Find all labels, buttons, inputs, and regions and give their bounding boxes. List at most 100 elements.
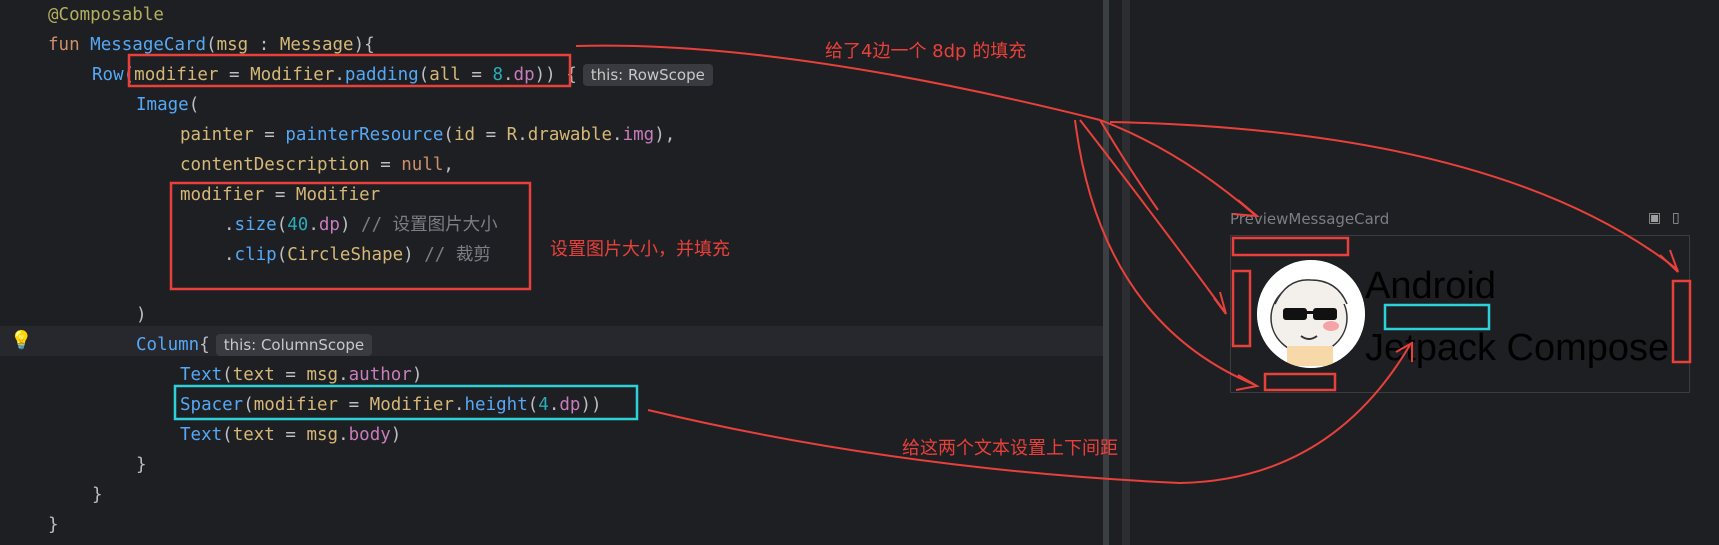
code-token: all (429, 65, 461, 85)
code-token: Message (279, 35, 354, 55)
code-token: = (274, 425, 307, 445)
code-line[interactable]: Text(text = msg.author) (180, 360, 422, 390)
code-token: R (506, 125, 518, 145)
code-token: Column (136, 335, 200, 355)
code-token: modifier (134, 65, 219, 85)
code-token: Modifier (250, 65, 335, 85)
code-token: ) (339, 215, 362, 235)
code-token: : (248, 35, 280, 55)
code-token: 4 (538, 395, 549, 415)
code-line[interactable]: } (48, 510, 59, 540)
code-token: ( (222, 365, 233, 385)
code-token: 8 (492, 65, 503, 85)
code-token: // 设置图片大小 (361, 215, 498, 235)
avatar (1257, 260, 1365, 368)
code-token: = (338, 395, 370, 415)
code-token: msg (306, 425, 339, 445)
lightbulb-icon[interactable]: 💡 (10, 330, 32, 351)
editor-gutter (0, 0, 30, 545)
code-token: ), (654, 125, 676, 145)
code-token: } (92, 485, 103, 505)
code-token: . (548, 395, 560, 415)
code-line[interactable]: .clip(CircleShape) // 裁剪 (224, 240, 491, 270)
code-token: size (234, 215, 277, 235)
card-author-text: Android (1365, 265, 1496, 307)
card-body-text: Jetpack Compose (1365, 327, 1670, 369)
code-token: } (136, 455, 147, 475)
code-line[interactable]: Image( (136, 90, 199, 120)
code-token: text (232, 365, 275, 385)
code-token: drawable (527, 125, 613, 145)
code-token: ( (276, 215, 288, 235)
code-token: author (348, 365, 412, 385)
code-token: ( (222, 425, 233, 445)
code-token: ( (243, 395, 254, 415)
code-token: } (48, 515, 59, 535)
code-token: . (612, 125, 623, 145)
code-token: null (401, 155, 444, 175)
code-token: . (338, 425, 349, 445)
code-token: ) (136, 305, 147, 325)
code-token: ) (411, 365, 423, 385)
code-token: . (334, 65, 345, 85)
code-token: ( (443, 125, 454, 145)
code-token: Modifier (295, 185, 381, 205)
code-token: painter (180, 125, 254, 145)
code-token: Modifier (369, 395, 454, 415)
code-token: ( (276, 245, 288, 265)
code-line[interactable]: @Composable (48, 0, 164, 30)
code-token: @Composable (48, 5, 164, 25)
code-token: Image (136, 95, 189, 115)
code-line[interactable]: Row(modifier = Modifier.padding(all = 8.… (92, 60, 713, 90)
code-token: . (224, 215, 235, 235)
panel-divider[interactable] (1122, 0, 1130, 545)
code-token: = (264, 185, 296, 205)
spacer-annotation: 给这两个文本设置上下间距 (902, 438, 1118, 459)
code-token: clip (234, 245, 277, 265)
code-token: Row (92, 65, 124, 85)
code-token: ) (390, 425, 402, 445)
image-annotation: 设置图片大小，并填充 (550, 239, 730, 260)
cartoon-avatar-icon (1257, 260, 1365, 368)
code-token: // 裁剪 (424, 245, 491, 265)
code-line[interactable]: ) (136, 300, 147, 330)
code-token: 40 (287, 215, 309, 235)
code-token: Text (180, 365, 223, 385)
padding-annotation: 给了4边一个 8dp 的填充 (825, 41, 1027, 62)
code-token: . (517, 125, 528, 145)
code-token: painterResource (285, 125, 444, 145)
code-token: . (224, 245, 235, 265)
code-token: id (453, 125, 476, 145)
code-line[interactable]: contentDescription = null, (180, 150, 454, 180)
code-line[interactable]: } (136, 450, 147, 480)
code-editor[interactable]: 💡 @Composable fun MessageCard(msg : Messa… (0, 0, 1103, 545)
code-line[interactable]: modifier = Modifier (180, 180, 380, 210)
code-token: text (232, 425, 275, 445)
code-line[interactable]: Column{this: ColumnScope (136, 330, 373, 360)
code-line[interactable]: fun MessageCard(msg : Message){ (48, 30, 375, 60)
editor-scrollbar[interactable] (1103, 0, 1109, 545)
code-token: dp (513, 65, 535, 85)
code-token: . (502, 65, 514, 85)
code-token: height (464, 395, 528, 415)
code-token: = (274, 365, 307, 385)
preview-title: PreviewMessageCard (1230, 210, 1390, 228)
code-token: msg (216, 35, 249, 55)
code-token: ){ (353, 35, 375, 55)
code-token: . (453, 395, 465, 415)
code-line[interactable]: .size(40.dp) // 设置图片大小 (224, 210, 498, 240)
inlay-hint: this: ColumnScope (215, 334, 373, 356)
code-line[interactable]: } (92, 480, 103, 510)
code-token: modifier (253, 395, 339, 415)
code-line[interactable]: Spacer(modifier = Modifier.height(4.dp)) (180, 390, 602, 420)
interactive-mode-icon[interactable]: ▣ (1648, 210, 1664, 228)
deploy-preview-icon[interactable]: ▯ (1672, 210, 1688, 228)
code-token: Text (180, 425, 223, 445)
preview-panel: PreviewMessageCard ▣ ▯ Android Jetpack C… (1130, 0, 1719, 545)
code-line[interactable]: painter = painterResource(id = R.drawabl… (180, 120, 675, 150)
code-token: CircleShape (287, 245, 404, 265)
code-token: . (308, 215, 319, 235)
code-token: = (460, 65, 493, 85)
code-token: , (443, 155, 454, 175)
code-line[interactable]: Text(text = msg.body) (180, 420, 401, 450)
